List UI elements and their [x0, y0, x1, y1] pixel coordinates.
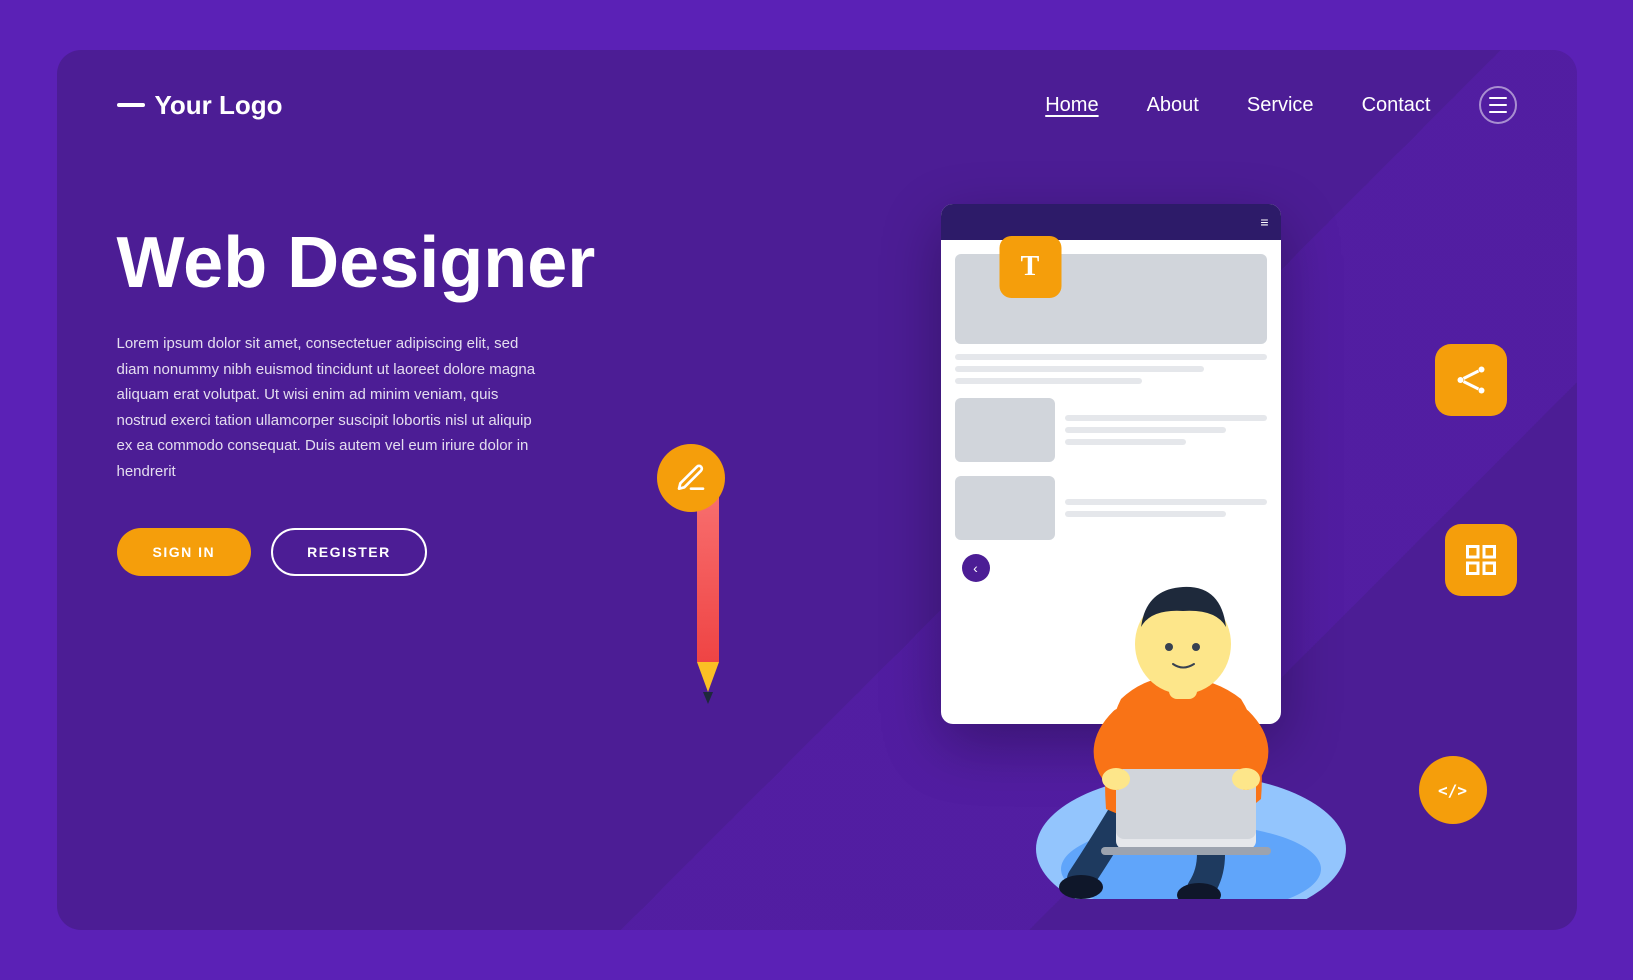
right-section: ≡: [637, 184, 1517, 904]
main-content: Web Designer Lorem ipsum dolor sit amet,…: [57, 144, 1577, 924]
browser-card-text: [1065, 398, 1266, 462]
hero-description: Lorem ipsum dolor sit amet, consectetuer…: [117, 331, 537, 484]
browser-menu-icon: ≡: [1260, 214, 1268, 230]
nav-service[interactable]: Service: [1247, 94, 1314, 117]
code-icon-label: </>: [1438, 781, 1467, 800]
pencil-tip: [697, 662, 719, 692]
logo-text: Your Logo: [155, 90, 283, 121]
logo-dash: [117, 103, 145, 107]
navbar: Your Logo Home About Service Contact: [57, 50, 1577, 144]
nav-links: Home About Service Contact: [1045, 86, 1516, 124]
hero-title: Web Designer: [117, 224, 637, 303]
pen-icon: [657, 444, 725, 512]
browser-line-1: [955, 354, 1267, 360]
grid-icon: [1445, 524, 1517, 596]
browser-card-line-2: [1065, 427, 1226, 433]
code-icon: </>: [1419, 756, 1487, 824]
hamburger-line-2: [1489, 104, 1507, 106]
browser-two-col: [955, 398, 1267, 462]
browser-card-line-1: [1065, 415, 1266, 421]
text-type-icon: T: [999, 236, 1061, 298]
character-svg: [1001, 479, 1381, 899]
nav-about[interactable]: About: [1147, 94, 1199, 117]
browser-line-3: [955, 378, 1142, 384]
browser-text-lines: [955, 354, 1267, 384]
browser-line-2: [955, 366, 1205, 372]
browser-header: ≡: [941, 204, 1281, 240]
signin-button[interactable]: SIGN IN: [117, 528, 252, 576]
node-icon: [1435, 344, 1507, 416]
page-frame: Your Logo Home About Service Contact Web…: [57, 50, 1577, 930]
browser-card-line-3: [1065, 439, 1186, 445]
browser-card: [955, 398, 1056, 462]
left-section: Web Designer Lorem ipsum dolor sit amet,…: [117, 184, 637, 576]
register-button[interactable]: REGISTER: [271, 528, 427, 576]
nav-contact[interactable]: Contact: [1362, 94, 1431, 117]
pencil-decoration: [697, 484, 719, 704]
hamburger-line-3: [1489, 111, 1507, 113]
hamburger-menu[interactable]: [1479, 86, 1517, 124]
nav-home[interactable]: Home: [1045, 94, 1098, 117]
button-group: SIGN IN REGISTER: [117, 528, 637, 576]
hamburger-line-1: [1489, 97, 1507, 99]
pencil-point: [703, 692, 713, 704]
browser-nav-arrow[interactable]: ‹: [962, 554, 990, 582]
character-illustration: [1001, 479, 1381, 904]
logo: Your Logo: [117, 90, 283, 121]
